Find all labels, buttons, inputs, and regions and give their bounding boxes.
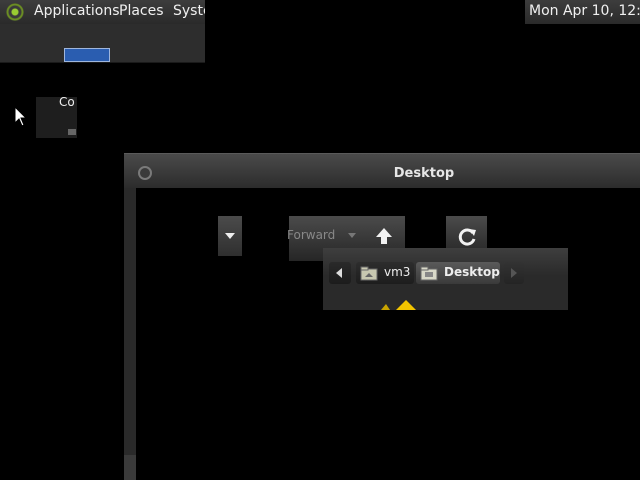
back-history-dropdown[interactable]: [218, 216, 242, 256]
top-panel-right: Mon Apr 10, 12:20: [525, 0, 640, 24]
chevron-left-icon: [336, 268, 342, 278]
window-left-edge: [124, 153, 136, 480]
forward-button-label[interactable]: Forward: [287, 228, 335, 242]
location-pathbar: vm3 Desktop: [323, 248, 568, 310]
breadcrumb-vm3[interactable]: vm3: [356, 262, 414, 284]
chevron-down-icon: [225, 233, 235, 239]
file-icon[interactable]: [378, 296, 418, 310]
distro-logo-icon[interactable]: [6, 3, 24, 21]
window-resize-corner[interactable]: [124, 455, 136, 480]
desktop-folder-icon: [420, 266, 438, 281]
breadcrumb-label: Desktop: [444, 265, 500, 279]
up-arrow-icon[interactable]: [373, 225, 395, 247]
pathbar-scroll-left-button[interactable]: [329, 262, 351, 284]
workspace-thumbnail[interactable]: [64, 48, 110, 62]
mouse-pointer-icon: [14, 106, 28, 127]
desktop-icon-label: Co: [59, 95, 75, 109]
reload-icon: [458, 228, 476, 246]
breadcrumb-desktop[interactable]: Desktop: [416, 262, 500, 284]
window-titlebar[interactable]: Desktop: [124, 153, 640, 188]
desktop-icon[interactable]: Co: [36, 95, 77, 138]
top-panel: Applications Places Syste: [0, 0, 205, 24]
chevron-right-icon: [511, 268, 517, 278]
window-title: Desktop: [393, 166, 455, 181]
pathbar-scroll-right-button[interactable]: [504, 262, 524, 284]
applications-menu[interactable]: Applications: [34, 3, 120, 19]
system-menu[interactable]: Syste: [173, 3, 205, 19]
home-folder-icon: [360, 266, 378, 281]
desktop-icon-corner: [68, 129, 76, 135]
breadcrumb-label: vm3: [384, 265, 411, 279]
places-menu[interactable]: Places: [119, 3, 164, 19]
forward-dropdown-icon[interactable]: [348, 233, 356, 238]
clock[interactable]: Mon Apr 10, 12:20: [529, 3, 640, 19]
